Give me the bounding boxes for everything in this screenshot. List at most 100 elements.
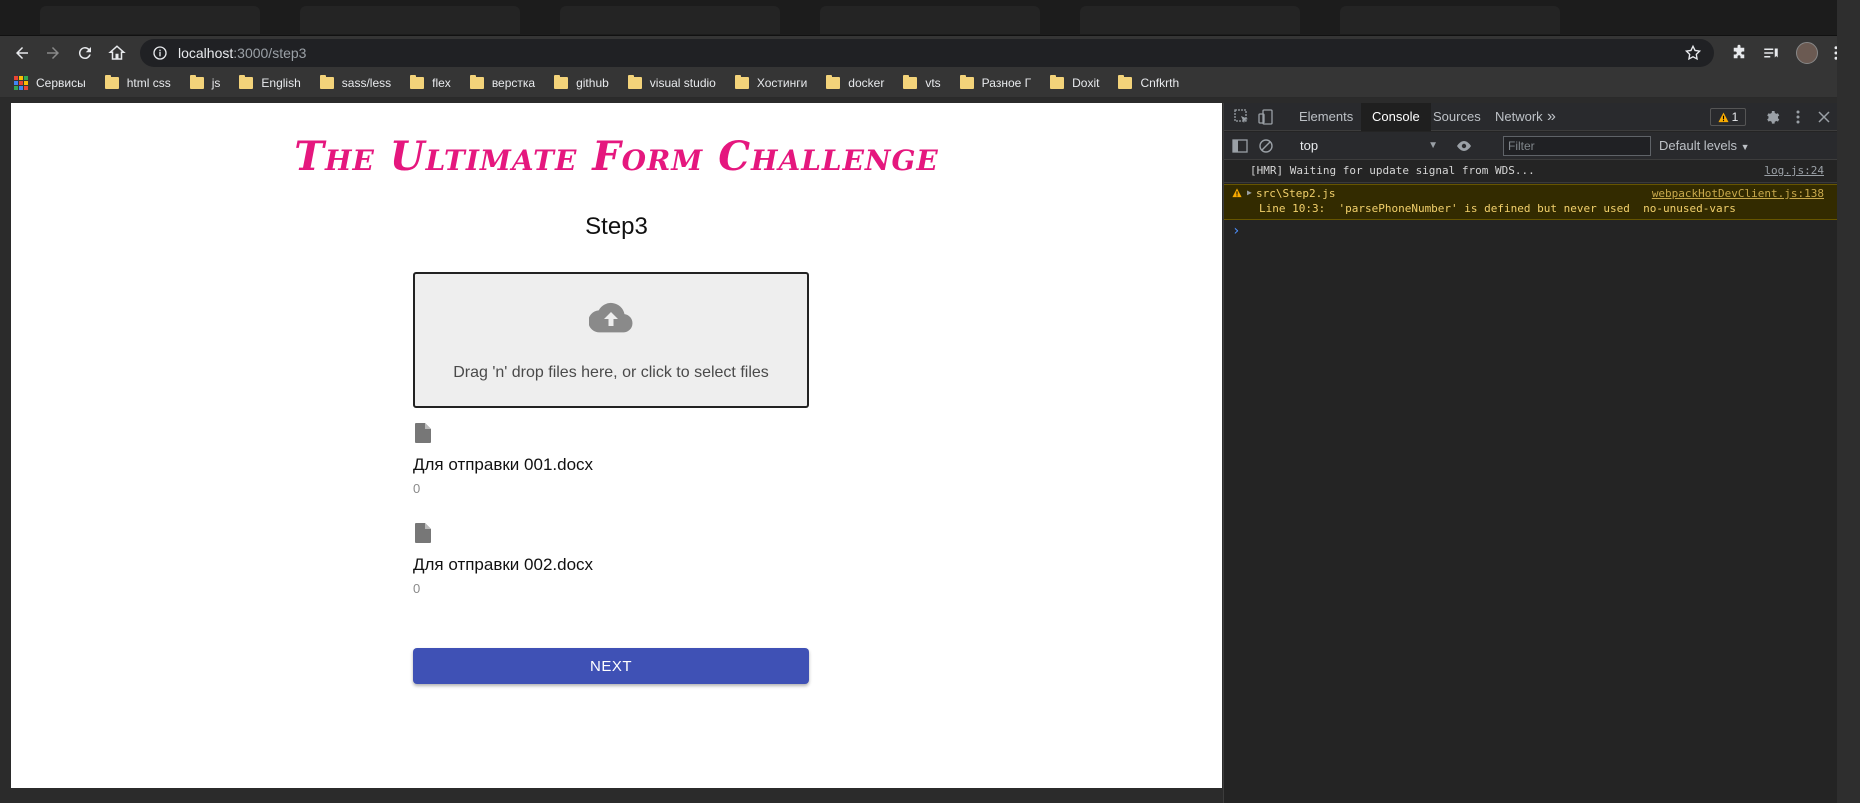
console-prompt[interactable]: › [1232,223,1240,239]
warning-detail: Line 10:3: 'parsePhoneNumber' is defined… [1259,202,1736,215]
extensions-button[interactable] [1729,43,1749,63]
star-icon[interactable] [1684,44,1702,62]
bookmark-label: Сервисы [36,75,86,90]
browser-toolbar: localhost:3000/step3 [0,36,1860,68]
bookmark-folder[interactable]: vts [903,74,941,90]
folder-icon [189,74,204,89]
back-icon [16,47,28,59]
bookmark-folder[interactable]: visual studio [627,74,716,90]
reload-button[interactable] [72,40,98,66]
device-icon[interactable] [1258,109,1274,125]
tab-strip [0,0,1860,36]
expand-triangle-icon[interactable]: ▶ [1247,188,1252,197]
warning-count-badge[interactable]: 1 [1710,108,1746,126]
bookmark-folder[interactable]: js [189,74,221,90]
left-edge [0,103,11,803]
url-host: localhost [178,45,234,61]
url-text[interactable]: localhost:3000/step3 [178,45,306,61]
folder-icon [1050,74,1065,89]
bookmark-folder[interactable]: Doxit [1050,74,1099,90]
browser-tab[interactable] [1080,6,1300,34]
file-size: 0 [413,481,421,496]
context-select[interactable]: top ▼ [1296,136,1442,156]
bookmark-label: верстка [491,75,536,90]
page-viewport: The Ultimate Form Challenge Step3 Drag '… [11,103,1222,788]
reload-icon [78,47,91,60]
console-filter-input[interactable] [1503,136,1651,156]
clear-console-icon[interactable] [1258,138,1274,154]
avatar[interactable] [1796,42,1818,64]
file-item: Для отправки 001.docx 0 [413,423,809,513]
log-levels-label: Default levels [1659,138,1738,153]
bookmark-folder[interactable]: верстка [469,74,536,90]
folder-icon [410,74,425,89]
reading-list-button[interactable] [1761,43,1781,63]
browser-tab[interactable] [40,6,260,34]
bookmark-folder[interactable]: docker [826,74,884,90]
next-button[interactable]: NEXT [413,648,809,684]
tab-console[interactable]: Console [1361,103,1431,131]
bookmark-folder[interactable]: github [554,74,609,90]
log-levels-dropdown[interactable]: Default levels ▼ [1659,136,1750,157]
bookmark-label: js [211,75,221,90]
tab-sources[interactable]: Sources [1422,103,1492,131]
chevron-down-icon: ▼ [1428,140,1438,151]
folder-icon [319,74,334,89]
tab-elements[interactable]: Elements [1288,103,1364,131]
bookmark-folder[interactable]: flex [410,74,451,90]
folder-icon [734,74,749,89]
apps-grid-icon [14,75,28,90]
back-button[interactable] [9,40,35,66]
warning-icon [1232,188,1242,198]
file-name: Для отправки 002.docx [413,555,594,574]
home-button[interactable] [104,40,130,66]
bookmark-label: Хостинги [756,75,808,90]
more-tabs-button[interactable]: » [1541,103,1562,131]
bookmarks-bar: Сервисы html css js English sass/less flex вер… [0,68,1860,98]
info-icon[interactable] [152,45,168,61]
context-value: top [1300,138,1319,153]
folder-icon [903,74,918,89]
file-item: Для отправки 002.docx 0 [413,523,809,613]
gear-icon[interactable] [1764,109,1780,125]
folder-icon [627,74,642,89]
forward-button[interactable] [40,40,66,66]
file-dropzone[interactable]: Drag 'n' drop files here, or click to se… [413,272,809,408]
chevron-down-icon: ▼ [1740,142,1750,152]
bookmark-label: Разное Г [981,75,1032,90]
bookmark-apps[interactable]: Сервисы [14,75,86,90]
url-path: :3000/step3 [233,45,307,61]
console-warning[interactable]: ▶ src\Step2.js webpackHotDevClient.js:13… [1224,184,1838,220]
bookmark-folder[interactable]: sass/less [319,74,391,90]
bookmark-label: Cnfkrth [1140,75,1180,90]
browser-tab[interactable] [820,6,1040,34]
kebab-icon[interactable] [1790,109,1806,125]
bookmark-folder[interactable]: Разное Г [959,74,1032,90]
console-source-link[interactable]: webpackHotDevClient.js:138 [1652,187,1824,200]
window-edge [1837,0,1860,803]
eye-icon[interactable] [1456,138,1472,154]
close-icon[interactable] [1816,109,1832,125]
console-message-text: [HMR] Waiting for update signal from WDS… [1250,164,1535,177]
bookmark-folder[interactable]: html css [104,74,171,90]
address-bar[interactable]: localhost:3000/step3 [140,39,1714,67]
bookmark-folder[interactable]: English [239,74,301,90]
folder-icon [1118,74,1133,89]
browser-tab[interactable] [1340,6,1560,34]
file-name: Для отправки 001.docx [413,455,594,474]
folder-icon [239,74,254,89]
document-icon [415,523,431,543]
browser-tab[interactable] [560,6,780,34]
bookmark-folder[interactable]: Хостинги [734,74,808,90]
app-title: The Ultimate Form Challenge [294,133,939,180]
bookmark-folder[interactable]: Cnfkrth [1118,74,1180,90]
sidebar-icon[interactable] [1232,138,1248,154]
folder-icon [104,74,119,89]
browser-tab[interactable] [300,6,520,34]
bottom-edge [0,788,1223,803]
bookmark-label: html css [126,75,171,90]
puzzle-icon [1733,44,1745,59]
inspect-icon[interactable] [1234,109,1250,125]
step-title: Step3 [585,213,648,240]
console-source-link[interactable]: log.js:24 [1764,164,1824,177]
